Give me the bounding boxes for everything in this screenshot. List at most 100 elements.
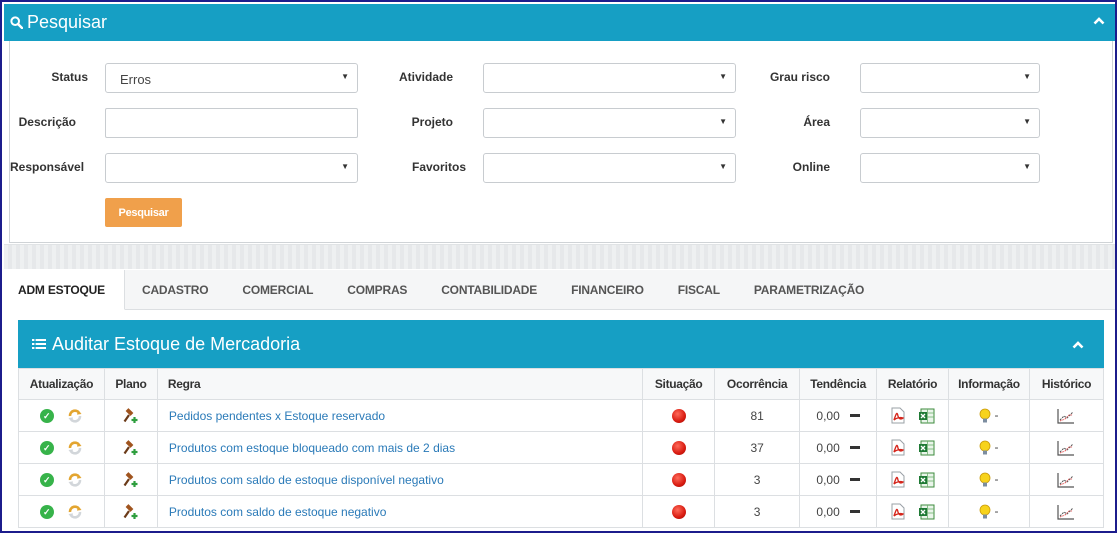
lightbulb-icon[interactable] <box>979 440 991 456</box>
pdf-icon[interactable] <box>890 471 906 488</box>
grau-risco-select[interactable]: ▼ <box>860 63 1040 93</box>
dropdown-arrow-icon: ▼ <box>719 72 727 81</box>
check-circle-icon[interactable]: ✓ <box>39 408 54 423</box>
check-circle-icon[interactable]: ✓ <box>39 472 54 487</box>
lightbulb-icon[interactable] <box>979 504 991 520</box>
regra-cell[interactable]: Produtos com saldo de estoque disponível… <box>156 463 644 496</box>
tab-parametrizacao[interactable]: PARAMETRIZAÇÃO <box>737 270 881 310</box>
regra-cell[interactable]: Produtos com saldo de estoque negativo <box>156 495 644 528</box>
area-label: Área <box>803 115 830 129</box>
informacao-value: - <box>994 407 999 422</box>
responsavel-label: Responsável <box>10 160 85 174</box>
status-select[interactable]: Erros ▼ <box>105 63 358 93</box>
area-select[interactable]: ▼ <box>860 108 1040 138</box>
column-header-ocorrencia[interactable]: Ocorrência <box>714 368 801 400</box>
status-label: Status <box>51 70 88 84</box>
atividade-label: Atividade <box>398 70 453 84</box>
regra-link[interactable]: Produtos com estoque bloqueado com mais … <box>169 441 455 455</box>
dropdown-arrow-icon: ▼ <box>341 162 349 171</box>
pdf-icon[interactable] <box>890 407 906 424</box>
table-row: ✓ Produtos com saldo de estoque disponív… <box>18 463 1105 496</box>
excel-icon[interactable] <box>919 408 935 424</box>
tendencia-value: 0,00 <box>816 504 840 519</box>
chevron-up-icon[interactable] <box>1072 340 1084 349</box>
column-header-relatorio[interactable]: Relatório <box>876 368 949 400</box>
chart-history-icon[interactable] <box>1057 504 1075 520</box>
informacao-cell: - <box>948 399 1030 432</box>
tab-financeiro[interactable]: FINANCEIRO <box>554 270 661 310</box>
atualizacao-cell: ✓ <box>18 431 105 464</box>
atividade-select[interactable]: ▼ <box>483 63 736 93</box>
search-panel-title: Pesquisar <box>27 12 108 32</box>
regra-link[interactable]: Produtos com saldo de estoque negativo <box>169 505 386 519</box>
pdf-icon[interactable] <box>890 503 906 520</box>
refresh-icon[interactable] <box>67 408 83 424</box>
tendencia-value: 0,00 <box>816 440 840 455</box>
tendencia-cell: 0,00 <box>799 495 878 528</box>
atualizacao-cell: ✓ <box>18 463 105 496</box>
chart-history-icon[interactable] <box>1057 408 1075 424</box>
online-select[interactable]: ▼ <box>860 153 1040 183</box>
dropdown-arrow-icon: ▼ <box>341 72 349 81</box>
chart-history-icon[interactable] <box>1057 440 1075 456</box>
tab-adm-estoque[interactable]: ADM ESTOQUE <box>4 270 125 310</box>
search-panel-header: Pesquisar <box>4 4 1115 41</box>
refresh-icon[interactable] <box>67 440 83 456</box>
excel-icon[interactable] <box>919 472 935 488</box>
tab-comercial[interactable]: COMERCIAL <box>225 270 330 310</box>
favoritos-select[interactable]: ▼ <box>483 153 736 183</box>
situacao-cell <box>642 399 716 432</box>
regra-cell[interactable]: Pedidos pendentes x Estoque reservado <box>156 399 644 432</box>
excel-icon[interactable] <box>919 440 935 456</box>
pdf-icon[interactable] <box>890 439 906 456</box>
responsavel-select[interactable]: ▼ <box>105 153 358 183</box>
gavel-plus-icon[interactable] <box>123 503 139 520</box>
flat-trend-icon <box>849 478 860 481</box>
informacao-value: - <box>994 471 999 486</box>
tendencia-cell: 0,00 <box>799 431 878 464</box>
historico-cell <box>1028 495 1105 528</box>
lightbulb-icon[interactable] <box>979 408 991 424</box>
column-header-atualizacao[interactable]: Atualização <box>18 368 105 400</box>
online-label: Online <box>792 160 830 174</box>
module-tabs: ADM ESTOQUE CADASTRO COMERCIAL COMPRAS C… <box>4 270 1115 310</box>
column-header-informacao[interactable]: Informação <box>948 368 1030 400</box>
check-circle-icon[interactable]: ✓ <box>39 504 54 519</box>
lightbulb-icon[interactable] <box>979 472 991 488</box>
flat-trend-icon <box>849 414 860 417</box>
regra-cell[interactable]: Produtos com estoque bloqueado com mais … <box>156 431 644 464</box>
tab-cadastro[interactable]: CADASTRO <box>125 270 225 310</box>
refresh-icon[interactable] <box>67 472 83 488</box>
audit-panel-header: Auditar Estoque de Mercadoria <box>18 320 1104 368</box>
column-header-situacao[interactable]: Situação <box>642 368 716 400</box>
descricao-input[interactable] <box>105 108 358 138</box>
gavel-plus-icon[interactable] <box>123 471 139 488</box>
regra-link[interactable]: Pedidos pendentes x Estoque reservado <box>169 409 385 423</box>
check-circle-icon[interactable]: ✓ <box>39 440 54 455</box>
excel-icon[interactable] <box>919 504 935 520</box>
search-button[interactable]: Pesquisar <box>105 198 182 227</box>
flat-trend-icon <box>849 446 860 449</box>
gavel-plus-icon[interactable] <box>123 407 139 424</box>
column-header-plano[interactable]: Plano <box>103 368 158 400</box>
chart-history-icon[interactable] <box>1057 472 1075 488</box>
regra-link[interactable]: Produtos com saldo de estoque disponível… <box>169 473 444 487</box>
column-header-historico[interactable]: Histórico <box>1028 368 1105 400</box>
tab-compras[interactable]: COMPRAS <box>330 270 424 310</box>
tab-fiscal[interactable]: FISCAL <box>661 270 737 310</box>
tab-contabilidade[interactable]: CONTABILIDADE <box>424 270 554 310</box>
plano-cell <box>103 495 158 528</box>
refresh-icon[interactable] <box>67 504 83 520</box>
red-status-icon <box>671 472 686 487</box>
table-header-row: Atualização Plano Regra Situação Ocorrên… <box>18 368 1105 400</box>
ocorrencia-cell: 81 <box>714 399 801 432</box>
column-header-regra[interactable]: Regra <box>156 368 644 400</box>
divider-band <box>4 244 1115 269</box>
chevron-up-icon[interactable] <box>1093 16 1105 25</box>
tendencia-value: 0,00 <box>816 472 840 487</box>
gavel-plus-icon[interactable] <box>123 439 139 456</box>
ocorrencia-value: 37 <box>750 440 764 455</box>
informacao-cell: - <box>948 463 1030 496</box>
projeto-select[interactable]: ▼ <box>483 108 736 138</box>
column-header-tendencia[interactable]: Tendência <box>799 368 878 400</box>
